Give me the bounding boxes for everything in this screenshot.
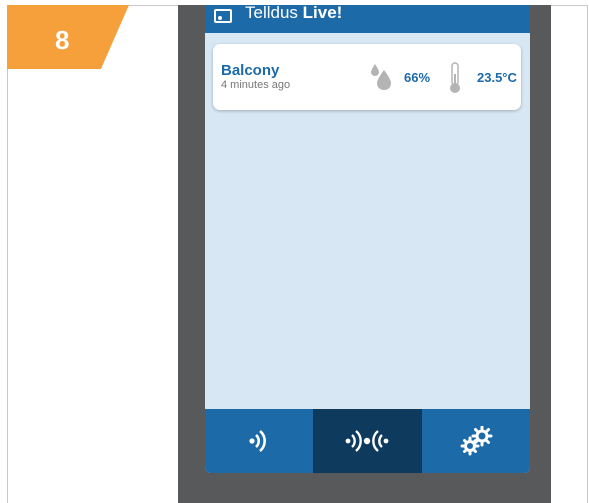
bottom-tab-bar (205, 409, 530, 473)
tab-sensors[interactable] (313, 409, 422, 473)
temperature-value: 23.5°C (477, 70, 517, 85)
tab-devices[interactable] (205, 409, 313, 473)
humidity-drops-icon (371, 64, 391, 90)
sensor-card[interactable]: Balcony 4 minutes ago 66% 23.5°C (213, 44, 521, 110)
step-number: 8 (55, 25, 70, 55)
app-title-prefix: Telldus (245, 5, 303, 22)
app-title: Telldus Live! (245, 5, 342, 23)
humidity-value: 66% (404, 70, 431, 85)
logo-icon (214, 9, 232, 23)
app-header: Telldus Live! (205, 5, 530, 33)
sensor-name: Balcony (221, 62, 280, 79)
tab-settings[interactable] (422, 409, 530, 473)
app-screen: Telldus Live! Balcony 4 minutes ago 66% … (205, 5, 530, 473)
sensor-updated-time: 4 minutes ago (221, 79, 291, 91)
sensor-signal-icon (346, 430, 389, 452)
device-signal-icon (249, 430, 267, 452)
gears-icon (460, 426, 493, 456)
app-title-bold: Live! (302, 5, 343, 22)
thermometer-icon (450, 62, 460, 93)
